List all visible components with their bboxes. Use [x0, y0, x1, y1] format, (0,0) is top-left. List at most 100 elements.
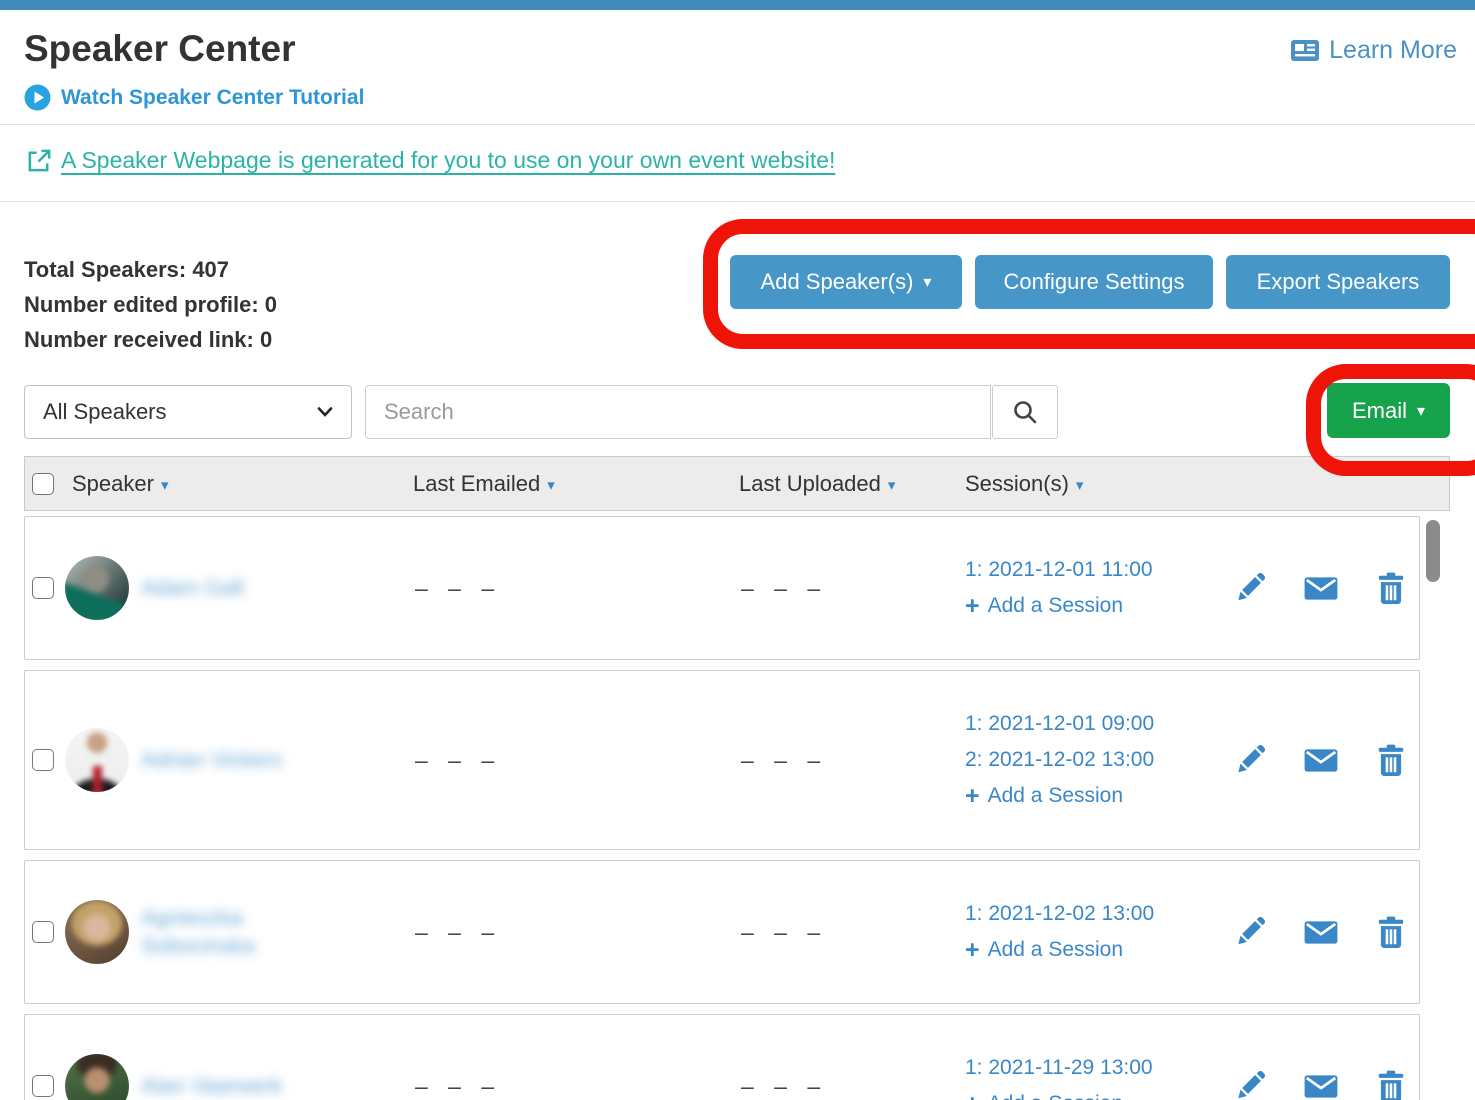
learn-more-link[interactable]: Learn More	[1290, 36, 1457, 65]
row-checkbox[interactable]	[32, 921, 54, 943]
row-checkbox[interactable]	[32, 749, 54, 771]
configure-settings-label: Configure Settings	[1004, 269, 1185, 295]
newspaper-icon	[1290, 38, 1320, 63]
last-emailed-value: – – –	[413, 747, 739, 774]
email-speaker-button[interactable]	[1303, 743, 1339, 777]
export-speakers-label: Export Speakers	[1257, 269, 1420, 295]
speaker-name[interactable]: Alan Vaarwerk	[141, 1072, 282, 1100]
edited-profile-count: Number edited profile: 0	[24, 287, 277, 322]
avatar[interactable]	[65, 728, 129, 792]
edit-speaker-button[interactable]	[1233, 743, 1267, 777]
delete-speaker-button[interactable]	[1375, 743, 1407, 777]
chevron-down-icon	[317, 407, 333, 417]
table-header: Speaker ▾ Last Emailed ▾ Last Uploaded ▾…	[24, 456, 1450, 511]
configure-settings-button[interactable]: Configure Settings	[975, 255, 1213, 309]
top-accent-bar	[0, 0, 1475, 10]
session-list: 1: 2021-12-02 13:00 + Add a Session	[965, 897, 1211, 967]
edit-speaker-button[interactable]	[1233, 1069, 1267, 1100]
session-link[interactable]: 1: 2021-12-01 11:00	[965, 553, 1211, 587]
session-link[interactable]: 1: 2021-12-02 13:00	[965, 897, 1211, 931]
avatar[interactable]	[65, 556, 129, 620]
chevron-down-icon: ▾	[1417, 404, 1425, 420]
search-input[interactable]	[365, 385, 991, 439]
delete-speaker-button[interactable]	[1375, 915, 1407, 949]
speaker-filter-select[interactable]: All Speakers	[24, 385, 352, 439]
column-header-last-uploaded[interactable]: Last Uploaded ▾	[739, 471, 965, 497]
envelope-icon	[1303, 743, 1339, 777]
search-button[interactable]	[992, 385, 1058, 439]
email-speaker-button[interactable]	[1303, 571, 1339, 605]
session-list: 1: 2021-12-01 11:00 + Add a Session	[965, 553, 1211, 623]
envelope-icon	[1303, 1069, 1339, 1100]
pencil-icon	[1233, 915, 1267, 949]
add-session-label: Add a Session	[988, 589, 1123, 623]
sort-caret-icon: ▾	[161, 476, 169, 494]
session-list: 1: 2021-11-29 13:00 + Add a Session	[965, 1051, 1211, 1100]
table-row: Alan Vaarwerk – – – – – – 1: 2021-11-29 …	[24, 1014, 1420, 1100]
last-emailed-value: – – –	[413, 919, 739, 946]
sort-caret-icon: ▾	[888, 476, 896, 494]
chevron-down-icon: ▾	[923, 275, 931, 291]
avatar[interactable]	[65, 1054, 129, 1100]
speaker-center-page: Speaker Center Learn More Watch Speaker …	[0, 0, 1475, 1100]
add-session-label: Add a Session	[988, 933, 1123, 967]
tutorial-label: Watch Speaker Center Tutorial	[61, 86, 364, 110]
speaker-rows: Adam Gall – – – – – – 1: 2021-12-01 11:0…	[24, 516, 1420, 1100]
last-emailed-value: – – –	[413, 575, 739, 602]
sessions-header-label: Session(s)	[965, 471, 1069, 497]
add-session-label: Add a Session	[988, 779, 1123, 813]
session-list: 1: 2021-12-01 09:002: 2021-12-02 13:00 +…	[965, 707, 1211, 813]
add-session-link[interactable]: + Add a Session	[965, 933, 1211, 967]
speaker-name[interactable]: Agnieszka Sobocinska	[141, 904, 301, 960]
row-checkbox[interactable]	[32, 1075, 54, 1097]
pencil-icon	[1233, 743, 1267, 777]
table-row: Agnieszka Sobocinska – – – – – – 1: 2021…	[24, 860, 1420, 1004]
scrollbar-thumb[interactable]	[1426, 520, 1440, 582]
avatar[interactable]	[65, 900, 129, 964]
column-header-sessions[interactable]: Session(s) ▾	[965, 471, 1211, 497]
table-row: Adam Gall – – – – – – 1: 2021-12-01 11:0…	[24, 516, 1420, 660]
delete-speaker-button[interactable]	[1375, 1069, 1407, 1100]
email-button[interactable]: Email ▾	[1327, 383, 1450, 438]
total-speakers: Total Speakers: 407	[24, 252, 277, 287]
trash-icon	[1375, 1069, 1407, 1100]
delete-speaker-button[interactable]	[1375, 571, 1407, 605]
filter-selected-value: All Speakers	[43, 399, 167, 425]
row-checkbox[interactable]	[32, 577, 54, 599]
column-header-speaker[interactable]: Speaker ▾	[63, 471, 413, 497]
email-speaker-button[interactable]	[1303, 915, 1339, 949]
add-session-link[interactable]: + Add a Session	[965, 589, 1211, 623]
last-emailed-header-label: Last Emailed	[413, 471, 540, 497]
plus-icon: +	[965, 938, 980, 963]
add-session-link[interactable]: + Add a Session	[965, 1087, 1211, 1100]
received-link-count: Number received link: 0	[24, 322, 277, 357]
session-link[interactable]: 2: 2021-12-02 13:00	[965, 743, 1211, 777]
add-session-link[interactable]: + Add a Session	[965, 779, 1211, 813]
trash-icon	[1375, 915, 1407, 949]
export-speakers-button[interactable]: Export Speakers	[1226, 255, 1450, 309]
last-uploaded-value: – – –	[739, 919, 965, 946]
last-uploaded-header-label: Last Uploaded	[739, 471, 881, 497]
session-link[interactable]: 1: 2021-12-01 09:00	[965, 707, 1211, 741]
table-row: Adrian Vickers – – – – – – 1: 2021-12-01…	[24, 670, 1420, 850]
sort-caret-icon: ▾	[1076, 476, 1084, 494]
speaker-stats: Total Speakers: 407 Number edited profil…	[24, 252, 277, 357]
email-speaker-button[interactable]	[1303, 1069, 1339, 1100]
play-icon	[24, 84, 51, 111]
tutorial-link[interactable]: Watch Speaker Center Tutorial	[24, 84, 364, 111]
column-header-last-emailed[interactable]: Last Emailed ▾	[413, 471, 739, 497]
pencil-icon	[1233, 1069, 1267, 1100]
add-speakers-button[interactable]: Add Speaker(s) ▾	[730, 255, 962, 309]
select-all-checkbox[interactable]	[32, 473, 54, 495]
banner-label: A Speaker Webpage is generated for you t…	[61, 147, 835, 174]
speaker-webpage-link[interactable]: A Speaker Webpage is generated for you t…	[26, 147, 835, 174]
speaker-name[interactable]: Adam Gall	[141, 574, 244, 602]
edit-speaker-button[interactable]	[1233, 571, 1267, 605]
edit-speaker-button[interactable]	[1233, 915, 1267, 949]
trash-icon	[1375, 571, 1407, 605]
speaker-name[interactable]: Adrian Vickers	[141, 746, 282, 774]
speaker-header-label: Speaker	[72, 471, 154, 497]
last-uploaded-value: – – –	[739, 575, 965, 602]
session-link[interactable]: 1: 2021-11-29 13:00	[965, 1051, 1211, 1085]
add-session-label: Add a Session	[988, 1087, 1123, 1100]
